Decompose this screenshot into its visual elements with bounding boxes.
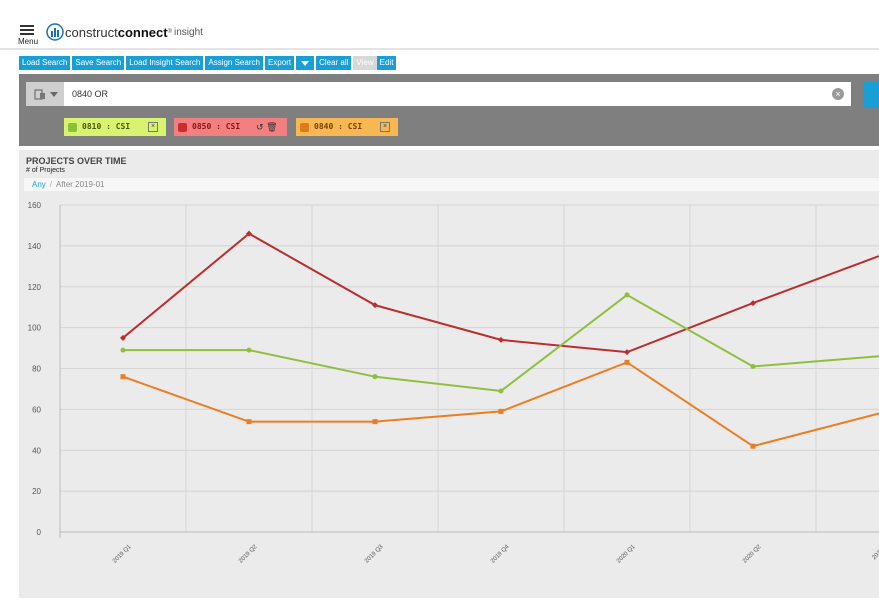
chip-label: 0810 : CSI [82,122,131,131]
export-dropdown-button[interactable] [296,56,315,70]
y-tick-label: 20 [32,487,41,496]
logo-trademark: ® [167,29,173,35]
projects-over-time-panel: PROJECTS OVER TIME # of Projects Any / Aft… [19,150,879,598]
data-point-0840[interactable] [624,359,630,365]
data-point-0840[interactable] [120,374,126,380]
x-tick-label: 2020 Q1 [616,544,637,565]
y-tick-label: 40 [32,446,41,455]
top-bar: Menu construct connect ® insight [0,0,879,50]
chip-toggle-icon[interactable] [178,122,187,132]
y-tick-label: 120 [28,283,42,292]
chip-toggle-icon[interactable] [300,122,309,132]
filter-chip-0810[interactable]: 0810 : CSI × [64,118,166,136]
x-tick-label: 2019 Q2 [238,544,259,565]
filter-chip-0840[interactable]: 0840 : CSI × [296,118,398,136]
chip-label: 0840 : CSI [314,122,363,131]
close-icon[interactable]: × [380,122,390,132]
search-submit-button[interactable] [863,82,879,108]
hamburger-icon [20,25,34,37]
y-tick-label: 160 [28,201,42,210]
clear-search-icon[interactable]: × [832,88,844,100]
x-tick-label: 2019 Q4 [490,544,511,565]
undo-icon[interactable]: ↺ [256,122,264,132]
export-button[interactable]: Export [264,56,295,70]
logo[interactable]: construct connect ® insight [46,22,203,42]
x-tick-label: 2019 Q3 [364,544,385,565]
menu-button[interactable]: Menu [14,24,40,48]
data-point-0850[interactable] [750,300,756,307]
x-tick-label: 2020 Q2 [742,544,763,565]
building-icon [34,89,45,100]
close-icon[interactable]: × [148,122,158,132]
y-tick-label: 80 [32,365,41,374]
data-point-0810[interactable] [372,374,378,380]
data-point-0840[interactable] [498,408,504,414]
search-input[interactable] [64,82,851,106]
chevron-down-icon [301,61,310,66]
y-tick-label: 60 [32,405,41,414]
save-search-button[interactable]: Save Search [72,56,125,70]
x-tick-label: 2019 Q1 [112,544,133,565]
y-tick-label: 140 [28,242,42,251]
search-panel: × 0810 : CSI × 0850 : CSI ↺ 🗑 0840 : CSI… [19,74,879,146]
data-point-0840[interactable] [750,443,756,449]
series-line-0810 [123,293,879,393]
y-tick-label: 100 [28,324,42,333]
assign-search-button[interactable]: Assign Search [205,56,263,70]
data-point-0850[interactable] [498,336,504,343]
search-toolbar: Load Search Save Search Load Insight Sea… [19,56,398,70]
data-point-0810[interactable] [750,363,756,369]
data-point-0840[interactable] [246,419,252,425]
logo-text-insight: insight [174,26,203,38]
x-tick-label: 2020 [871,547,879,561]
chip-label: 0850 : CSI [192,122,241,131]
y-tick-label: 0 [37,528,42,537]
view-toggle[interactable]: View [353,56,377,70]
trash-icon[interactable]: 🗑 [266,122,277,132]
series-line-0850 [122,232,879,354]
series-line-0840 [122,361,879,448]
logo-text-connect: connect [117,24,168,40]
data-point-0850[interactable] [624,349,630,356]
logo-icon [46,23,64,41]
load-search-button[interactable]: Load Search [19,56,71,70]
chip-toggle-icon[interactable] [68,122,77,132]
data-point-0810[interactable] [624,292,630,298]
load-insight-search-button[interactable]: Load Insight Search [126,56,204,70]
menu-label: Menu [18,37,39,46]
data-point-0840[interactable] [372,419,378,425]
search-scope-dropdown[interactable] [26,82,64,106]
logo-text-construct: construct [65,24,118,40]
data-point-0810[interactable] [120,347,126,353]
clear-all-button[interactable]: Clear all [316,56,352,70]
data-point-0810[interactable] [498,388,504,394]
line-chart: 0 20 40 60 80 100 120 140 160 2019 Q1 2019 Q2 2019 … [28,201,879,565]
chevron-down-icon [50,92,58,97]
data-point-0810[interactable] [246,347,252,353]
edit-toggle[interactable]: Edit [376,56,397,70]
filter-chip-0850[interactable]: 0850 : CSI ↺ 🗑 [174,118,287,136]
